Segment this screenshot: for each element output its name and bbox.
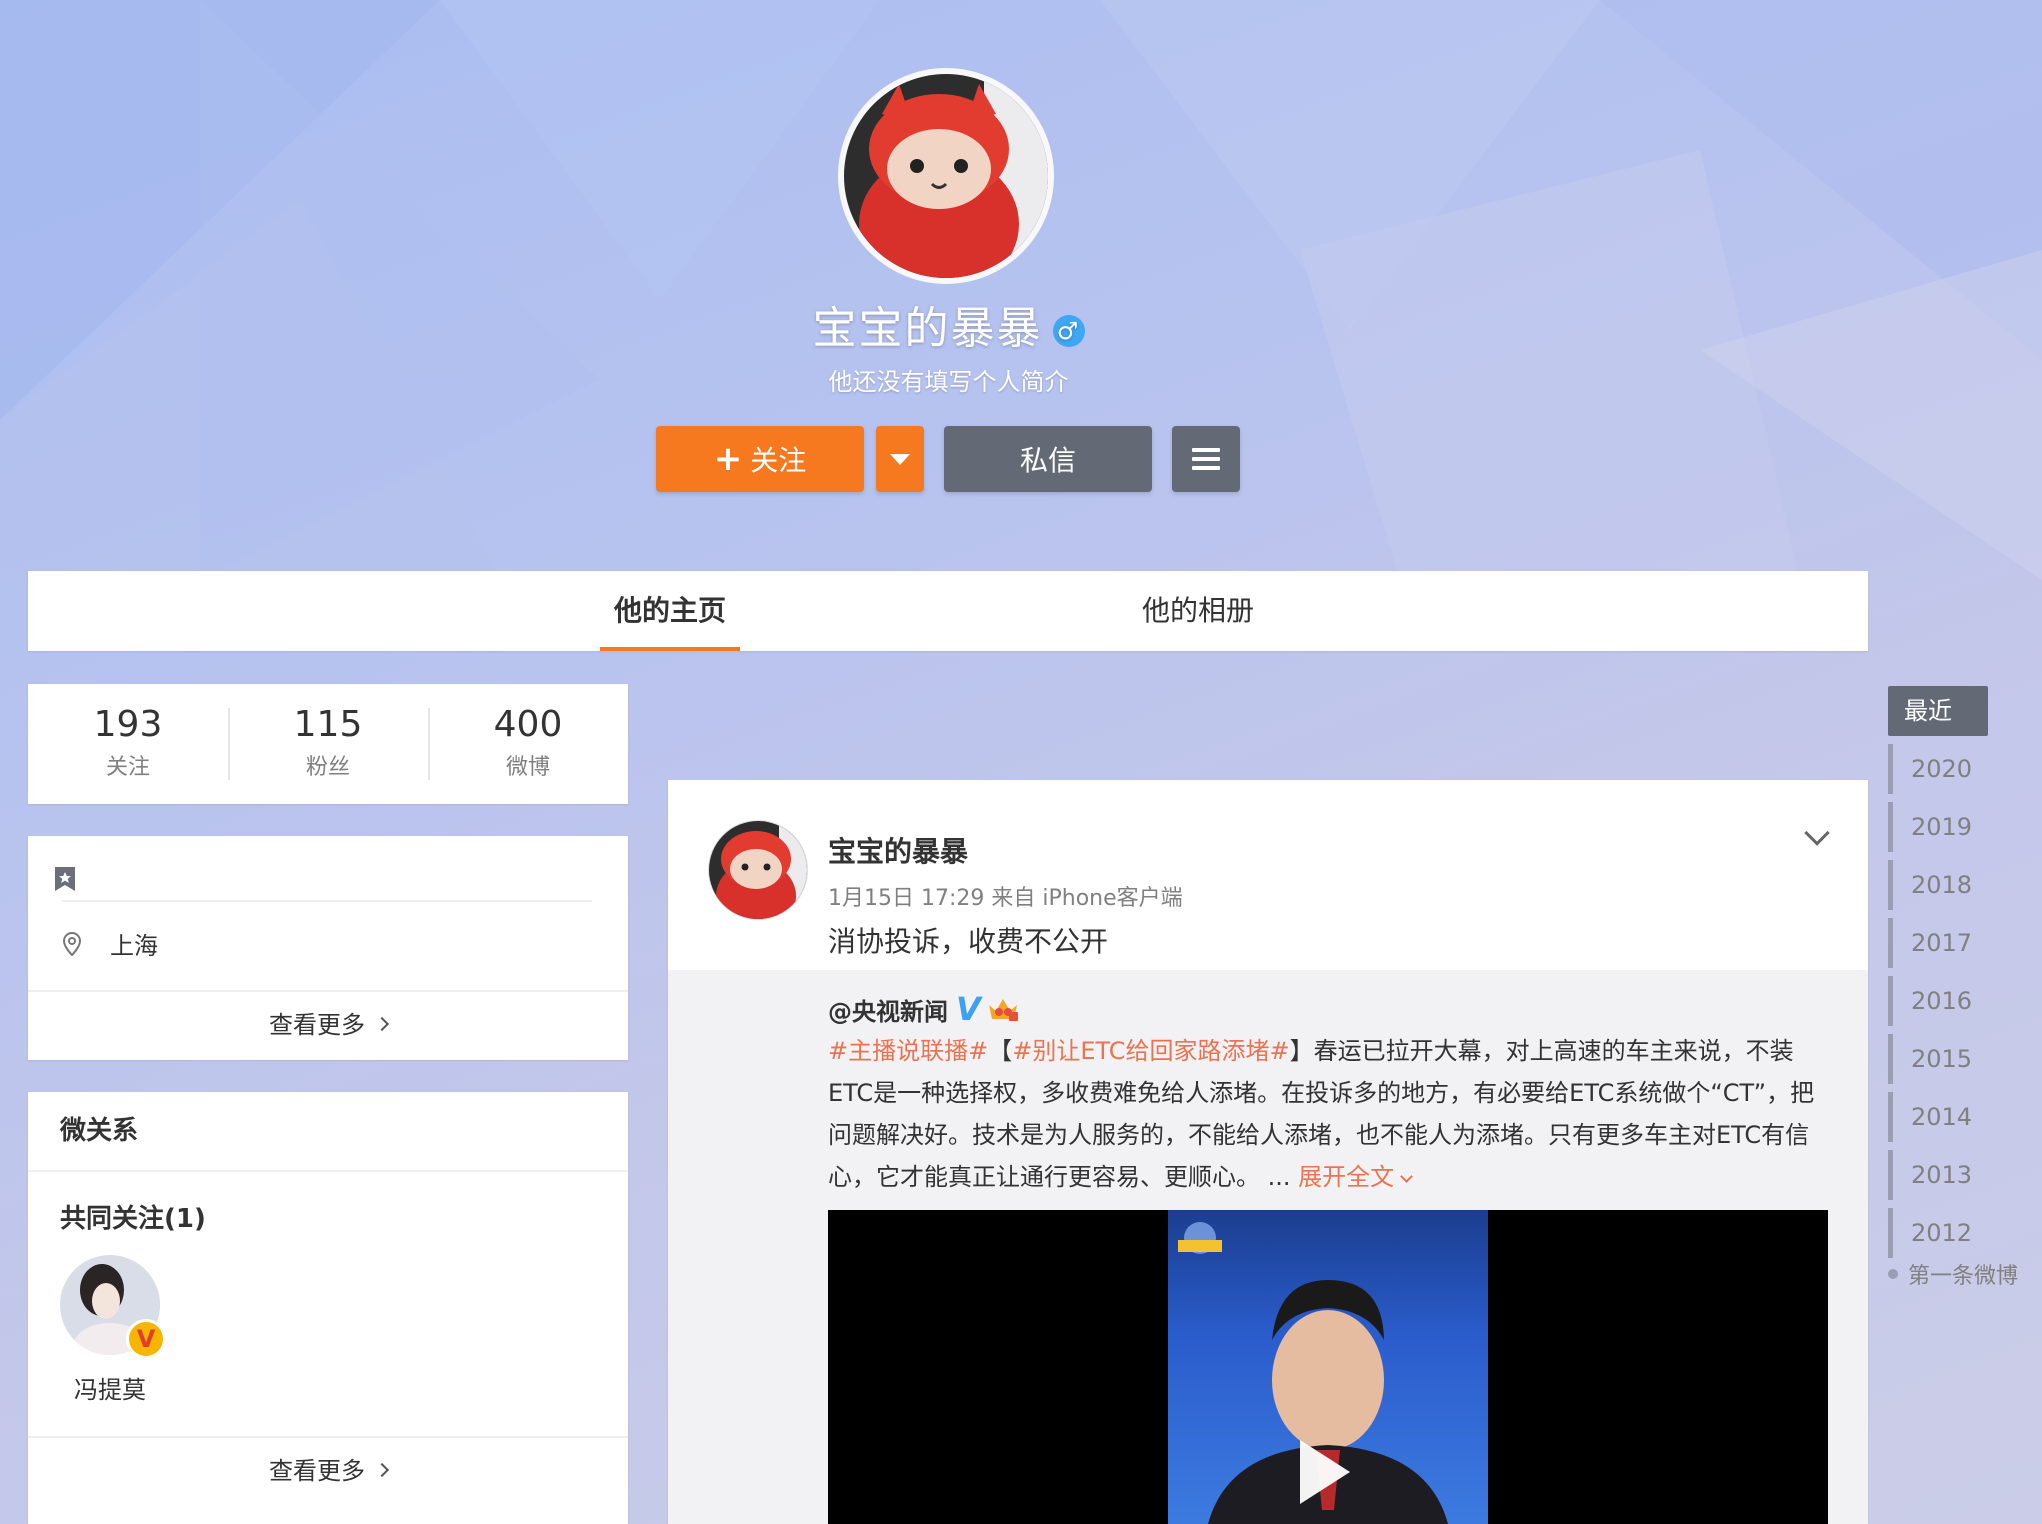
- tab-home[interactable]: 他的主页: [600, 571, 740, 651]
- common-user-name[interactable]: 冯提莫: [60, 1370, 160, 1405]
- repost-block: @央视新闻 V #主播说联播#【#别让ETC给回家路添堵#】春运已拉开大幕，对上…: [668, 970, 1868, 1524]
- post-text: 消协投诉，收费不公开: [828, 925, 1109, 958]
- follow-button[interactable]: + 关注: [656, 426, 864, 492]
- post-author-name[interactable]: 宝宝的暴暴: [828, 830, 968, 870]
- repost-author: @央视新闻 V: [828, 990, 1019, 1028]
- location-pin-icon: [62, 931, 82, 956]
- gender-male-icon: ♂: [1052, 315, 1085, 347]
- timeline-dot: [1888, 1269, 1898, 1279]
- stat-fans-count: 115: [293, 704, 363, 745]
- stat-fans[interactable]: 115 粉丝: [228, 684, 428, 804]
- profile-intro: 他还没有填写个人简介: [828, 368, 1069, 396]
- chevron-down-icon[interactable]: [1804, 820, 1830, 846]
- location-row: 上海: [62, 926, 158, 961]
- chevron-down-icon: [1400, 1170, 1414, 1183]
- stats-card: 193 关注 115 粉丝 400 微博: [28, 684, 628, 804]
- expand-full-text-link[interactable]: 展开全文: [1298, 1163, 1414, 1191]
- post-author-avatar[interactable]: [708, 820, 808, 920]
- relations-more-label: 查看更多: [269, 1457, 365, 1485]
- relations-more-link[interactable]: 查看更多: [28, 1436, 628, 1506]
- relations-card: 微关系 共同关注(1) V 冯提莫 查看更多: [28, 1092, 628, 1524]
- timeline-year[interactable]: 2020: [1888, 744, 1988, 794]
- chevron-right-icon: [374, 1016, 390, 1032]
- info-more-label: 查看更多: [269, 1011, 365, 1039]
- info-more-link[interactable]: 查看更多: [28, 990, 628, 1060]
- profile-nickname: 宝宝的暴暴 ♂: [0, 292, 1897, 356]
- timeline-year[interactable]: 2018: [1888, 860, 1988, 910]
- expand-label: 展开全文: [1298, 1163, 1395, 1191]
- repost-text: #主播说联播#【#别让ETC给回家路添堵#】春运已拉开大幕，对上高速的车主来说，…: [828, 1030, 1828, 1198]
- plus-icon: +: [713, 439, 743, 479]
- stat-fans-label: 粉丝: [305, 755, 350, 780]
- timeline-recent[interactable]: 最近: [1888, 686, 1988, 736]
- play-icon[interactable]: [1300, 1440, 1350, 1504]
- timeline-year[interactable]: 2015: [1888, 1034, 1988, 1084]
- timeline-year[interactable]: 2016: [1888, 976, 1988, 1026]
- location-text: 上海: [110, 932, 158, 960]
- common-follow-title: 共同关注(1): [60, 1204, 206, 1234]
- stat-posts[interactable]: 400 微博: [428, 684, 628, 804]
- video-thumbnail: [1168, 1210, 1488, 1524]
- stat-following[interactable]: 193 关注: [28, 684, 228, 804]
- follow-label: 关注: [750, 444, 807, 477]
- banner-pattern: [0, 0, 2042, 580]
- hashtag-link[interactable]: #主播说联播#: [828, 1037, 988, 1065]
- more-menu-button[interactable]: [1172, 426, 1240, 492]
- nickname-text: 宝宝的暴暴: [812, 303, 1043, 354]
- stat-posts-label: 微博: [505, 755, 550, 780]
- bracket-open: 【: [988, 1037, 1013, 1065]
- menu-icon: [1192, 443, 1220, 475]
- video-player[interactable]: [828, 1210, 1828, 1524]
- stat-following-count: 193: [93, 704, 163, 745]
- info-divider: [62, 860, 592, 902]
- timeline-year[interactable]: 2012: [1888, 1208, 1988, 1258]
- relations-title: 微关系: [60, 1116, 139, 1146]
- stat-following-label: 关注: [105, 755, 150, 780]
- timeline-year[interactable]: 2017: [1888, 918, 1988, 968]
- caret-down-icon: [890, 453, 910, 465]
- profile-tabbar: 他的主页 他的相册: [28, 571, 1868, 651]
- common-user-avatar[interactable]: V: [60, 1255, 166, 1359]
- post-meta: 1月15日 17:29 来自 iPhone客户端: [828, 886, 1183, 911]
- timeline-year[interactable]: 2014: [1888, 1092, 1988, 1142]
- profile-avatar[interactable]: [838, 68, 1054, 284]
- bracket-close: 】: [1289, 1037, 1314, 1065]
- timeline-year[interactable]: 2013: [1888, 1150, 1988, 1200]
- timeline-first-post[interactable]: 第一条微博: [1888, 1258, 2018, 1290]
- timeline-first-label: 第一条微博: [1908, 1264, 2019, 1289]
- relations-divider: [28, 1170, 628, 1172]
- follow-dropdown-button[interactable]: [876, 426, 924, 492]
- info-card: 上海 查看更多: [28, 836, 628, 1060]
- hashtag-link[interactable]: #别让ETC给回家路添堵#: [1012, 1037, 1289, 1065]
- message-button[interactable]: 私信: [944, 426, 1152, 492]
- timeline-year[interactable]: 2019: [1888, 802, 1988, 852]
- verified-v-icon: V: [956, 990, 981, 1028]
- feed-post: 宝宝的暴暴 1月15日 17:29 来自 iPhone客户端 消协投诉，收费不公…: [668, 780, 1868, 1524]
- ellipsis: ...: [1260, 1163, 1299, 1191]
- tab-album[interactable]: 他的相册: [1113, 571, 1283, 651]
- crown-icon: [988, 999, 1018, 1021]
- chevron-right-icon: [374, 1462, 390, 1478]
- verified-v-icon: V: [126, 1319, 166, 1359]
- repost-author-name[interactable]: @央视新闻: [828, 992, 948, 1027]
- stat-posts-count: 400: [493, 704, 563, 745]
